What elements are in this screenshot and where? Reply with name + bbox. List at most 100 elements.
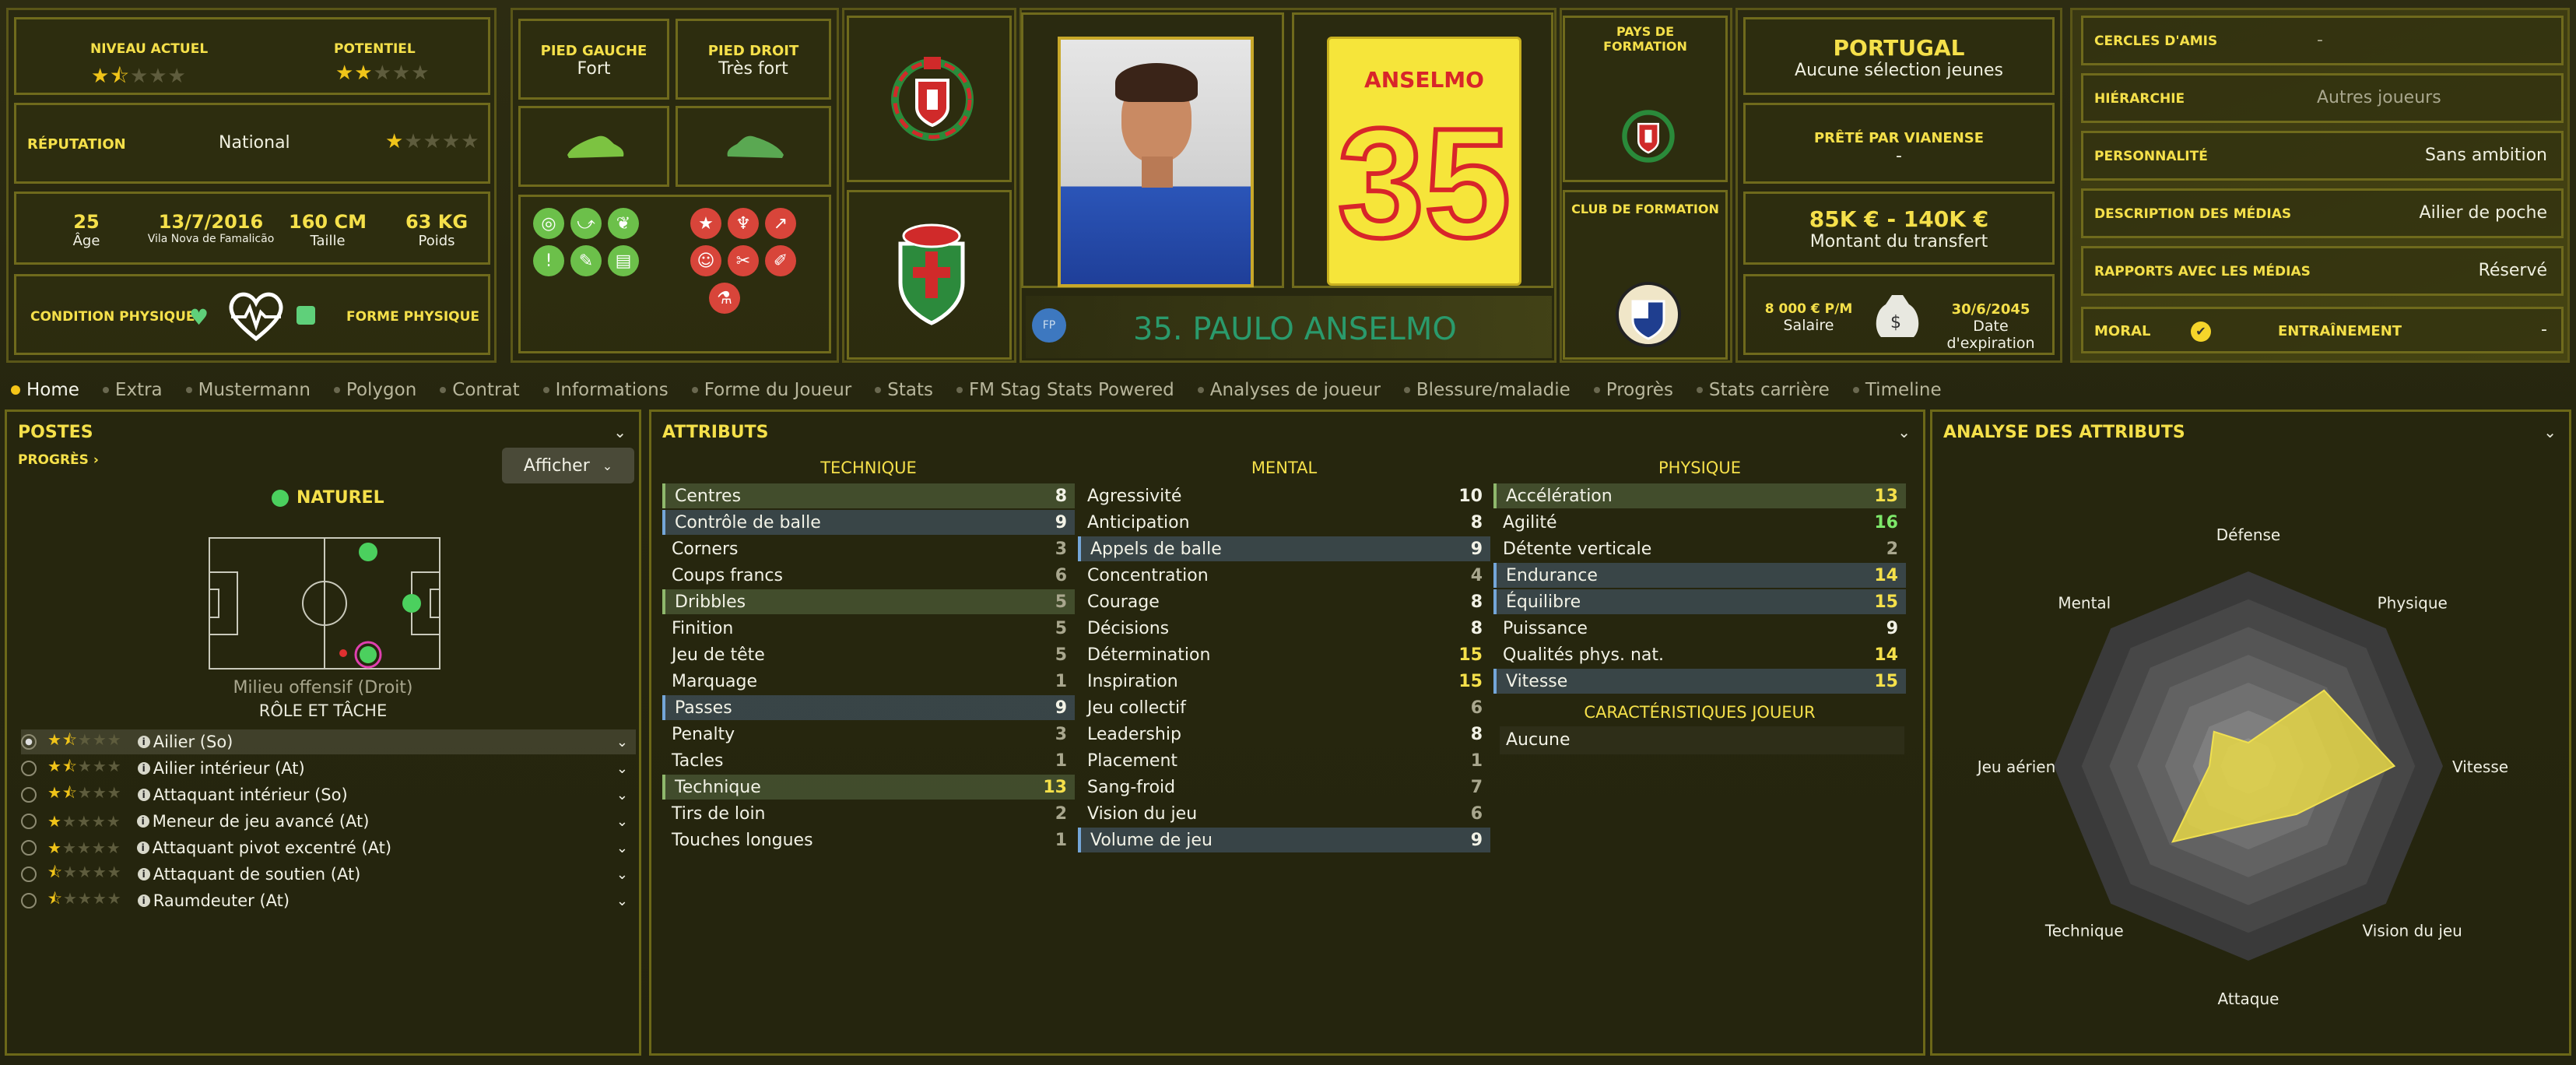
chevron-down-icon[interactable]: ⌄ <box>616 840 628 856</box>
tab-stats[interactable]: Stats <box>875 380 933 400</box>
chevron-down-icon[interactable]: ⌄ <box>616 734 628 750</box>
attribute-row[interactable]: Anticipation 8 <box>1078 510 1490 535</box>
chevron-down-icon[interactable]: ⌄ <box>616 814 628 830</box>
attribute-row[interactable]: Inspiration 15 <box>1078 669 1490 694</box>
attribute-row[interactable]: Jeu de tête 5 <box>662 642 1075 667</box>
info-icon[interactable]: i <box>137 789 150 801</box>
attribute-row[interactable]: Détermination 15 <box>1078 642 1490 667</box>
attribute-row[interactable]: Équilibre 15 <box>1493 589 1906 614</box>
right-boot-card <box>676 106 831 187</box>
attribute-row[interactable]: Agressivité 10 <box>1078 483 1490 508</box>
info-icon[interactable]: i <box>137 868 150 880</box>
attribute-row[interactable]: Coups francs 6 <box>662 563 1075 588</box>
role-row[interactable]: ⯪★★★★ i Attaquant de soutien (At) ⌄ <box>21 862 636 887</box>
left-foot-card: PIED GAUCHE Fort <box>518 19 669 100</box>
attributs-collapse-icon[interactable]: ⌄ <box>1897 423 1911 441</box>
role-radio[interactable] <box>21 893 37 909</box>
attribute-row[interactable]: Tacles 1 <box>662 748 1075 773</box>
attribute-row[interactable]: Puissance 9 <box>1493 616 1906 641</box>
attribute-name: Vitesse <box>1506 671 1568 691</box>
role-row[interactable]: ⯪★★★★ i Raumdeuter (At) ⌄ <box>21 888 636 913</box>
tab-extra[interactable]: Extra <box>102 380 163 400</box>
tab-mustermann[interactable]: Mustermann <box>185 380 311 400</box>
tab-stats-carri-re[interactable]: Stats carrière <box>1696 380 1830 400</box>
attribute-row[interactable]: Marquage 1 <box>662 669 1075 694</box>
attribute-row[interactable]: Décisions 8 <box>1078 616 1490 641</box>
attribute-row[interactable]: Sang-froid 7 <box>1078 775 1490 800</box>
info-icon[interactable]: i <box>136 815 149 828</box>
tab-fm-stag-stats-powered[interactable]: FM Stag Stats Powered <box>956 380 1174 400</box>
info-icon[interactable]: i <box>137 736 150 748</box>
attribute-row[interactable]: Endurance 14 <box>1493 563 1906 588</box>
tab-blessure-maladie[interactable]: Blessure/maladie <box>1403 380 1571 400</box>
role-name: Attaquant pivot excentré (At) <box>152 838 392 857</box>
info-icon[interactable]: i <box>137 762 150 775</box>
chevron-down-icon[interactable]: ⌄ <box>616 893 628 909</box>
attribute-row[interactable]: Agilité 16 <box>1493 510 1906 535</box>
chevron-down-icon[interactable]: ⌄ <box>616 866 628 883</box>
attribute-value: 9 <box>1055 512 1067 532</box>
potentiel-stars: ★★★★★ <box>335 62 430 85</box>
attribute-row[interactable]: Qualités phys. nat. 14 <box>1493 642 1906 667</box>
attribute-row[interactable]: Vision du jeu 6 <box>1078 801 1490 826</box>
attribute-value: 1 <box>1055 830 1067 850</box>
progres-link[interactable]: PROGRÈS › <box>18 452 99 468</box>
chevron-down-icon[interactable]: ⌄ <box>616 787 628 803</box>
tab-forme-du-joueur[interactable]: Forme du Joueur <box>691 380 851 400</box>
chevron-down-icon[interactable]: ⌄ <box>616 761 628 777</box>
tab-progr-s[interactable]: Progrès <box>1593 380 1673 400</box>
attribute-row[interactable]: Tirs de loin 2 <box>662 801 1075 826</box>
postes-collapse-icon[interactable]: ⌄ <box>613 423 626 441</box>
role-radio[interactable] <box>21 814 37 829</box>
attribute-row[interactable]: Contrôle de balle 9 <box>662 510 1075 535</box>
attribute-row[interactable]: Finition 5 <box>662 616 1075 641</box>
role-row[interactable]: ★★★★★ i Meneur de jeu avancé (At) ⌄ <box>21 809 636 834</box>
role-radio[interactable] <box>21 761 37 776</box>
attribute-row[interactable]: Touches longues 1 <box>662 828 1075 852</box>
info-icon[interactable]: i <box>136 842 149 854</box>
role-stars: ⯪★★★★ <box>47 863 122 881</box>
attribute-value: 15 <box>1458 671 1483 691</box>
role-row[interactable]: ★⯪★★★ i Ailier (So) ⌄ <box>21 729 636 754</box>
role-stars: ★⯪★★★ <box>47 757 122 775</box>
attribute-row[interactable]: Leadership 8 <box>1078 722 1490 747</box>
tab-contrat[interactable]: Contrat <box>440 380 520 400</box>
role-row[interactable]: ★⯪★★★ i Ailier intérieur (At) ⌄ <box>21 756 636 781</box>
tab-dot-icon <box>333 387 340 393</box>
attribute-row[interactable]: Accélération 13 <box>1493 483 1906 508</box>
attribute-row[interactable]: Courage 8 <box>1078 589 1490 614</box>
attribute-row[interactable]: Corners 3 <box>662 536 1075 561</box>
attribute-name: Volume de jeu <box>1090 830 1213 850</box>
attribute-row[interactable]: Détente verticale 2 <box>1493 536 1906 561</box>
attribute-row[interactable]: Jeu collectif 6 <box>1078 695 1490 720</box>
afficher-dropdown[interactable]: Afficher ⌄ <box>502 448 634 483</box>
role-radio[interactable] <box>21 734 37 750</box>
attribute-name: Détente verticale <box>1503 539 1652 559</box>
attribute-value: 10 <box>1458 486 1483 506</box>
role-radio[interactable] <box>21 840 37 856</box>
radar-axis-label: Vitesse <box>2452 757 2508 776</box>
role-row[interactable]: ★⯪★★★ i Attaquant intérieur (So) ⌄ <box>21 782 636 807</box>
attribute-row[interactable]: Placement 1 <box>1078 748 1490 773</box>
attribute-row[interactable]: Centres 8 <box>662 483 1075 508</box>
attribute-row[interactable]: Appels de balle 9 <box>1078 536 1490 561</box>
attribute-row[interactable]: Vitesse 15 <box>1493 669 1906 694</box>
info-icon[interactable]: i <box>137 895 150 907</box>
tab-analyses-de-joueur[interactable]: Analyses de joueur <box>1197 380 1381 400</box>
attribute-row[interactable]: Concentration 4 <box>1078 563 1490 588</box>
role-radio[interactable] <box>21 787 37 803</box>
tab-polygon[interactable]: Polygon <box>333 380 416 400</box>
tab-home[interactable]: Home <box>11 380 79 400</box>
attribute-value: 8 <box>1470 512 1483 532</box>
tab-timeline[interactable]: Timeline <box>1852 380 1942 400</box>
attribute-row[interactable]: Technique 13 <box>662 775 1075 800</box>
role-radio[interactable] <box>21 866 37 882</box>
condition-card: CONDITION PHYSIQUE ♥ FORME PHYSIQUE <box>14 274 490 355</box>
radar-axis-label: Défense <box>2216 525 2280 544</box>
attribute-row[interactable]: Volume de jeu 9 <box>1078 828 1490 852</box>
attribute-row[interactable]: Penalty 3 <box>662 722 1075 747</box>
role-row[interactable]: ★★★★★ i Attaquant pivot excentré (At) ⌄ <box>21 835 636 860</box>
attribute-row[interactable]: Dribbles 5 <box>662 589 1075 614</box>
attribute-row[interactable]: Passes 9 <box>662 695 1075 720</box>
tab-informations[interactable]: Informations <box>542 380 669 400</box>
